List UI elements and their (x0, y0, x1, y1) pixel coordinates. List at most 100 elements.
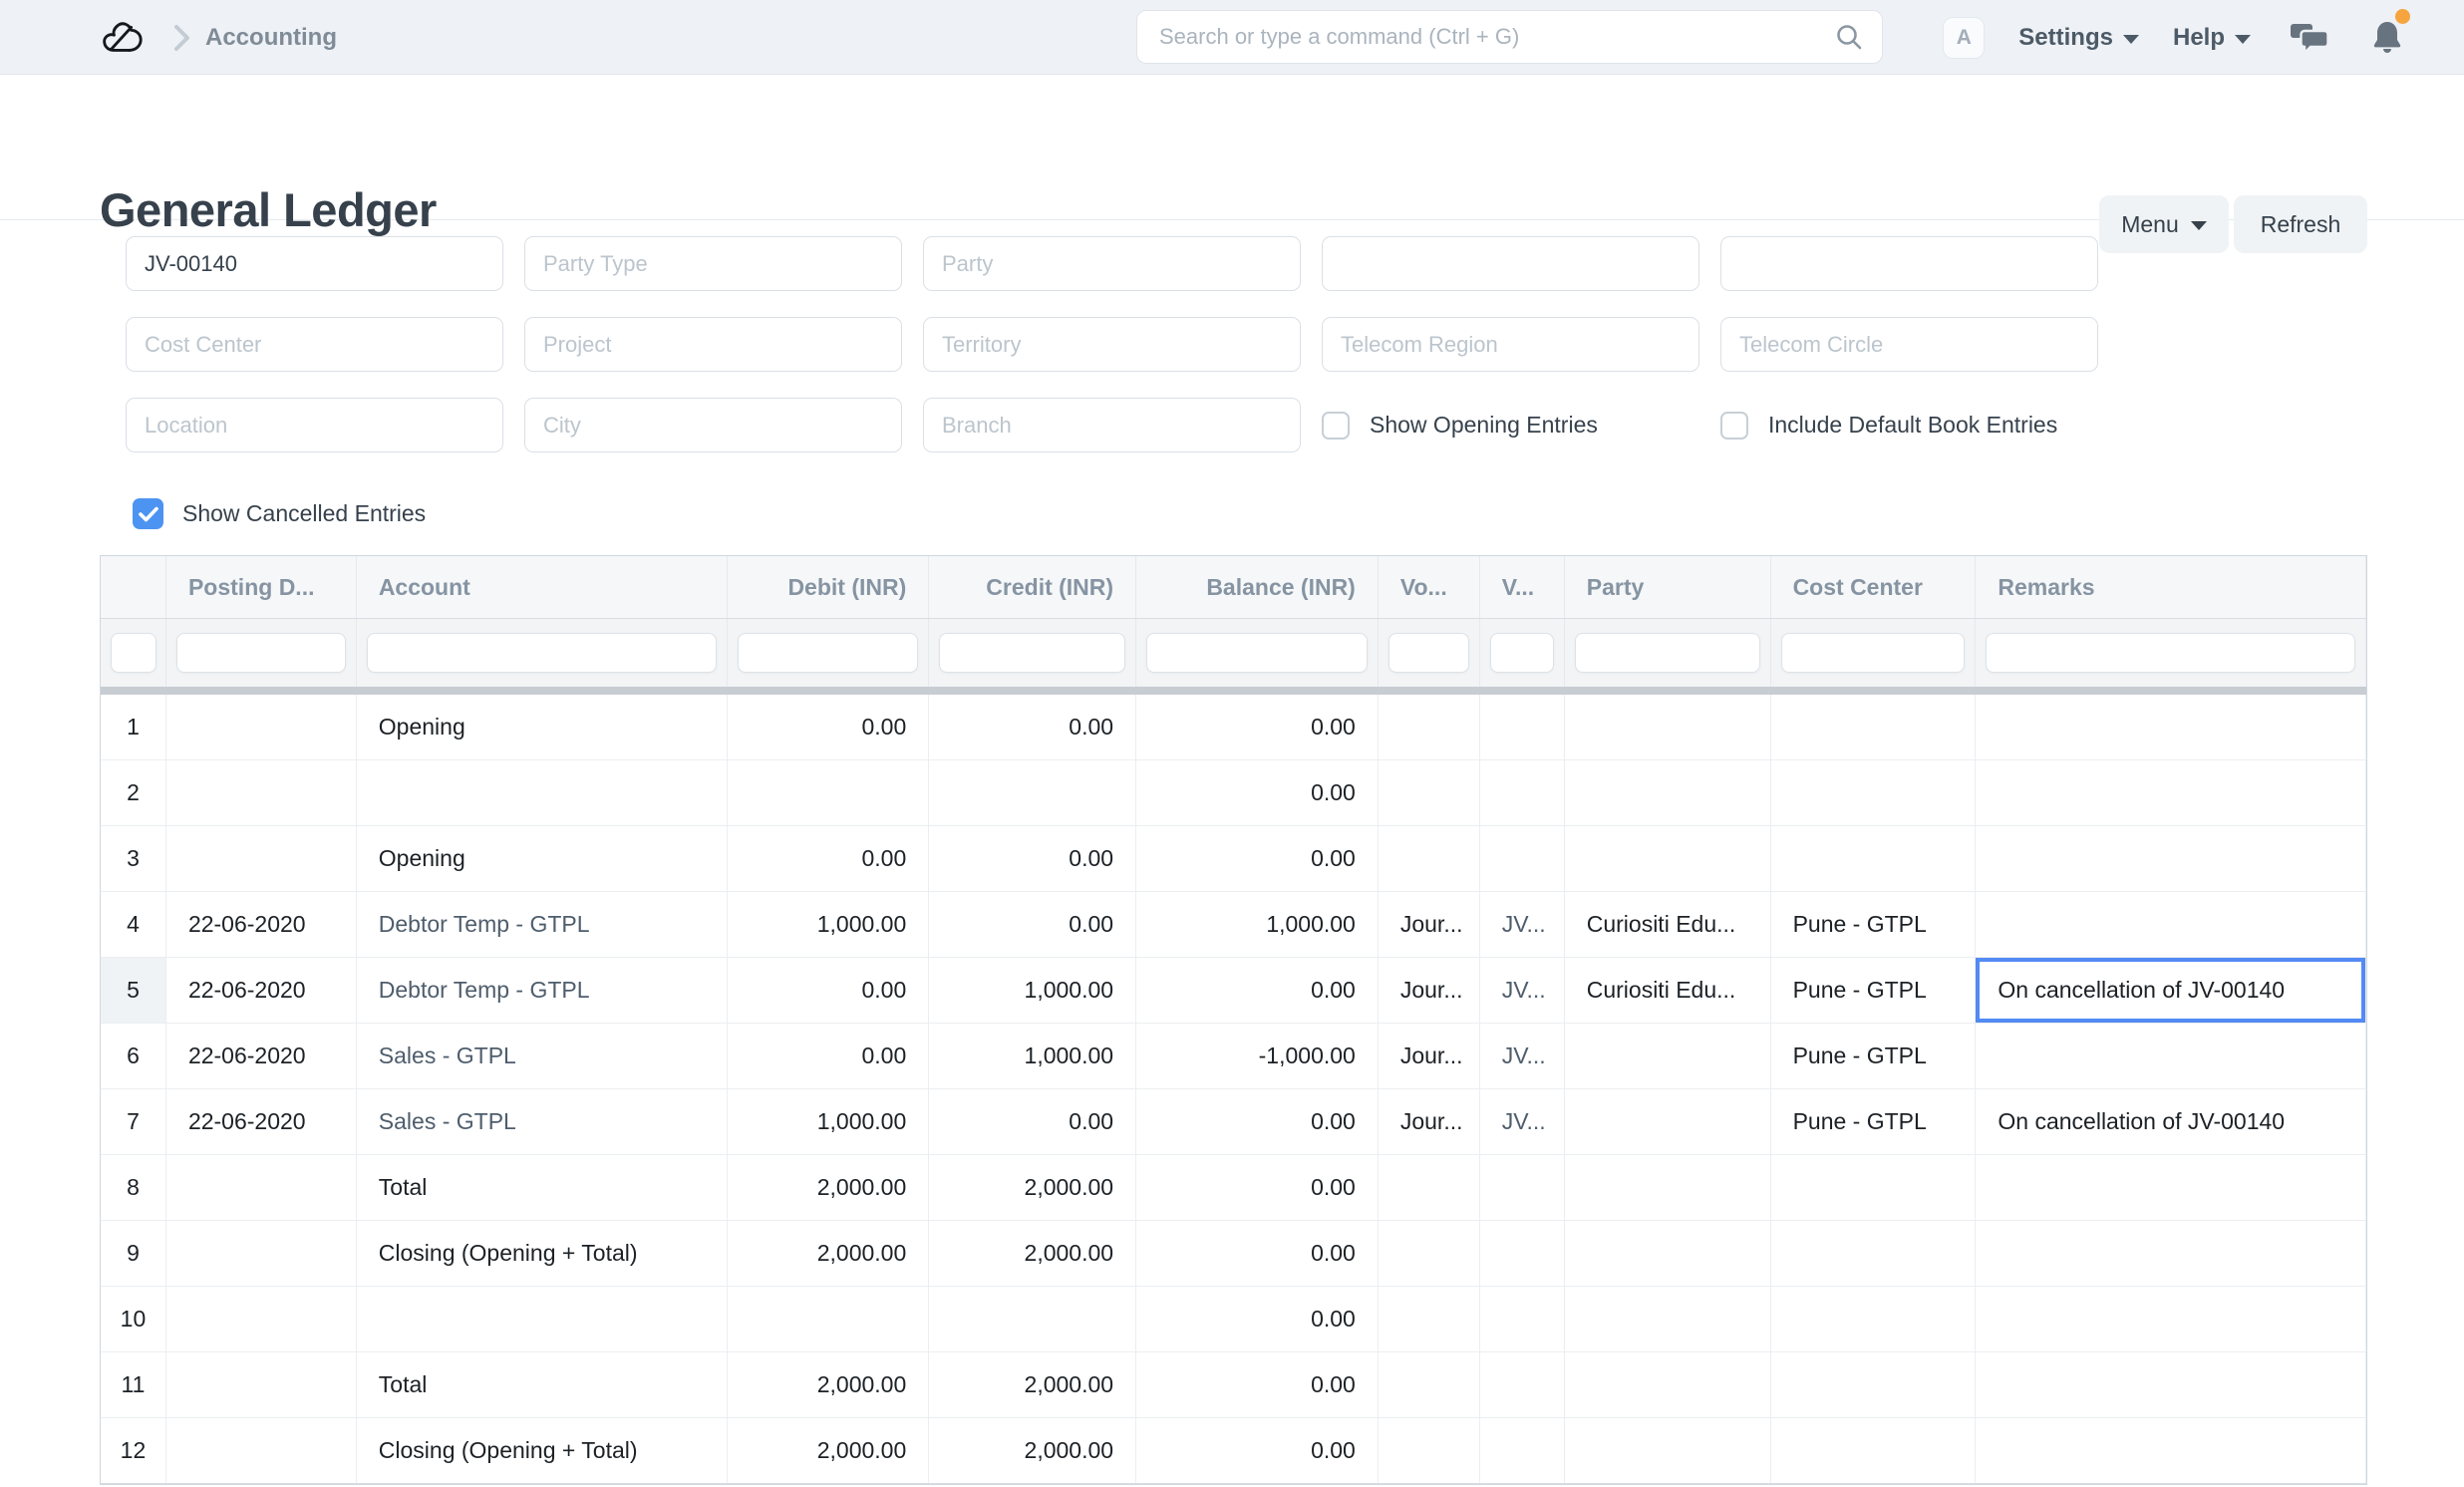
cell-cost_center[interactable] (1771, 1352, 1977, 1417)
cell-vno[interactable]: JV... (1480, 892, 1565, 957)
cell-vno[interactable] (1480, 695, 1565, 759)
cell-debit[interactable]: 0.00 (728, 826, 929, 891)
cell-cost_center[interactable] (1771, 760, 1977, 825)
cell-debit[interactable]: 2,000.00 (728, 1352, 929, 1417)
cell-balance[interactable]: 0.00 (1136, 760, 1379, 825)
cell-date[interactable] (166, 1287, 357, 1351)
cell-credit[interactable] (929, 760, 1136, 825)
cell-debit[interactable]: 0.00 (728, 1024, 929, 1088)
column-header-party[interactable]: Party (1565, 556, 1771, 618)
filter-5-filter-input[interactable] (1720, 236, 2098, 291)
cell-party[interactable] (1565, 1024, 1771, 1088)
cell-vtype[interactable] (1379, 1155, 1480, 1220)
cell-row-number[interactable]: 11 (101, 1352, 166, 1417)
column-header-account[interactable]: Account (357, 556, 729, 618)
cell-date[interactable] (166, 1155, 357, 1220)
cell-balance[interactable]: 0.00 (1136, 1287, 1379, 1351)
cell-cost_center[interactable] (1771, 695, 1977, 759)
cell-vno[interactable] (1480, 760, 1565, 825)
cell-row-number[interactable]: 1 (101, 695, 166, 759)
cell-remarks[interactable] (1976, 1287, 2366, 1351)
column-filter-input-credit[interactable] (939, 633, 1125, 673)
cell-account[interactable]: Closing (Opening + Total) (357, 1221, 729, 1286)
column-filter-input-vno[interactable] (1490, 633, 1554, 673)
cell-account[interactable]: Debtor Temp - GTPL (357, 892, 729, 957)
cell-remarks[interactable]: On cancellation of JV-00140 (1976, 958, 2366, 1023)
cell-credit[interactable] (929, 1287, 1136, 1351)
column-filter-input-remarks[interactable] (1986, 633, 2355, 673)
global-search[interactable] (1136, 10, 1883, 64)
column-filter-input-date[interactable] (176, 633, 346, 673)
cell-account[interactable]: Total (357, 1155, 729, 1220)
column-header-remarks[interactable]: Remarks (1976, 556, 2366, 618)
cell-vno[interactable] (1480, 1221, 1565, 1286)
cell-vtype[interactable] (1379, 1287, 1480, 1351)
cell-row-number[interactable]: 5 (101, 958, 166, 1023)
cell-date[interactable] (166, 760, 357, 825)
cell-debit[interactable] (728, 760, 929, 825)
party-filter-input[interactable] (923, 236, 1301, 291)
show-opening-entries-label[interactable]: Show Opening Entries (1370, 412, 1598, 439)
cell-cost_center[interactable] (1771, 1155, 1977, 1220)
cell-cost_center[interactable] (1771, 826, 1977, 891)
cell-date[interactable] (166, 826, 357, 891)
cell-balance[interactable]: -1,000.00 (1136, 1024, 1379, 1088)
cell-cost_center[interactable] (1771, 1418, 1977, 1483)
column-filter-input-balance[interactable] (1146, 633, 1368, 673)
cell-date[interactable] (166, 1418, 357, 1483)
breadcrumb-accounting[interactable]: Accounting (205, 24, 337, 52)
cell-date[interactable]: 22-06-2020 (166, 958, 357, 1023)
telecom-circle-filter-input[interactable] (1720, 317, 2098, 372)
cell-remarks[interactable] (1976, 1418, 2366, 1483)
cell-credit[interactable]: 2,000.00 (929, 1155, 1136, 1220)
cell-account[interactable]: Closing (Opening + Total) (357, 1418, 729, 1483)
cell-remarks[interactable] (1976, 695, 2366, 759)
cell-remarks[interactable] (1976, 1155, 2366, 1220)
cell-date[interactable] (166, 1352, 357, 1417)
cell-vtype[interactable] (1379, 760, 1480, 825)
cell-credit[interactable]: 0.00 (929, 826, 1136, 891)
cell-debit[interactable]: 1,000.00 (728, 1089, 929, 1154)
cell-row-number[interactable]: 4 (101, 892, 166, 957)
cell-row-number[interactable]: 12 (101, 1418, 166, 1483)
cell-account[interactable] (357, 760, 729, 825)
cell-party[interactable] (1565, 1221, 1771, 1286)
cell-credit[interactable]: 2,000.00 (929, 1352, 1136, 1417)
column-header-debit[interactable]: Debit (INR) (728, 556, 929, 618)
column-header-cost_center[interactable]: Cost Center (1771, 556, 1977, 618)
cell-vtype[interactable]: Jour... (1379, 958, 1480, 1023)
cell-cost_center[interactable] (1771, 1221, 1977, 1286)
cell-date[interactable] (166, 1221, 357, 1286)
cell-party[interactable] (1565, 1155, 1771, 1220)
cell-balance[interactable]: 1,000.00 (1136, 892, 1379, 957)
cell-cost_center[interactable]: Pune - GTPL (1771, 892, 1977, 957)
cell-debit[interactable]: 2,000.00 (728, 1155, 929, 1220)
cell-cost_center[interactable]: Pune - GTPL (1771, 958, 1977, 1023)
project-filter-input[interactable] (524, 317, 902, 372)
cell-row-number[interactable]: 8 (101, 1155, 166, 1220)
cell-party[interactable] (1565, 760, 1771, 825)
cell-row-number[interactable]: 6 (101, 1024, 166, 1088)
cell-row-number[interactable]: 9 (101, 1221, 166, 1286)
column-filter-input-n[interactable] (111, 633, 156, 673)
cell-party[interactable] (1565, 826, 1771, 891)
voucher-no-filter-input[interactable] (126, 236, 503, 291)
column-header-vtype[interactable]: Vo... (1379, 556, 1480, 618)
cell-balance[interactable]: 0.00 (1136, 1221, 1379, 1286)
cell-vtype[interactable]: Jour... (1379, 1024, 1480, 1088)
show-opening-entries-filter[interactable]: Show Opening Entries (1322, 398, 1699, 452)
cell-balance[interactable]: 0.00 (1136, 695, 1379, 759)
avatar[interactable]: A (1943, 17, 1985, 59)
column-filter-input-debit[interactable] (738, 633, 918, 673)
party-type-filter-input[interactable] (524, 236, 902, 291)
cell-vno[interactable] (1480, 1418, 1565, 1483)
cell-vno[interactable]: JV... (1480, 958, 1565, 1023)
cell-vtype[interactable] (1379, 695, 1480, 759)
cost-center-filter-input[interactable] (126, 317, 503, 372)
cell-party[interactable] (1565, 1089, 1771, 1154)
cell-date[interactable]: 22-06-2020 (166, 892, 357, 957)
cell-account[interactable]: Debtor Temp - GTPL (357, 958, 729, 1023)
cell-row-number[interactable]: 2 (101, 760, 166, 825)
cell-balance[interactable]: 0.00 (1136, 826, 1379, 891)
city-filter-input[interactable] (524, 398, 902, 452)
